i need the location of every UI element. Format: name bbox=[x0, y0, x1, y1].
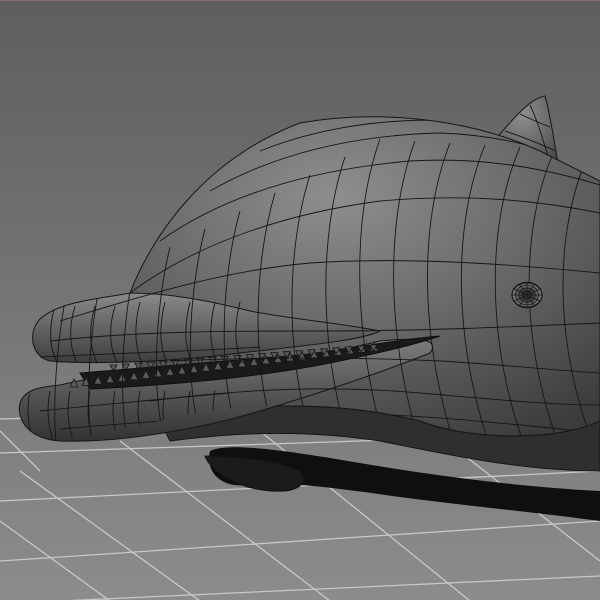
3d-viewport[interactable] bbox=[0, 0, 600, 600]
